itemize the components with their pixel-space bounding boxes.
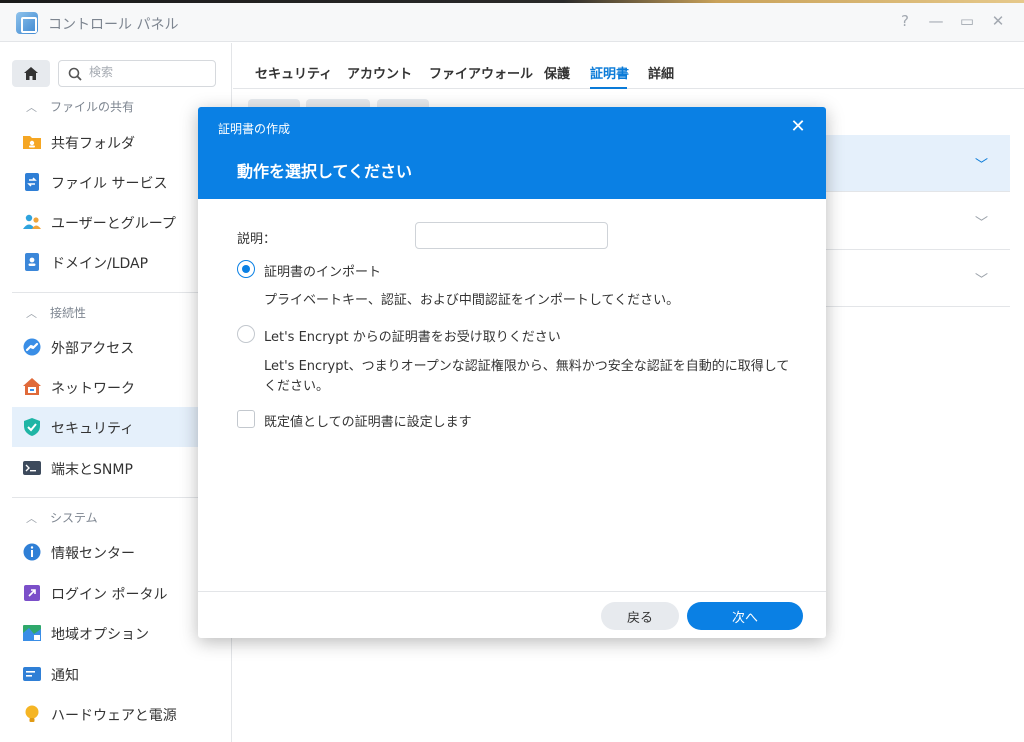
sidebar-item-label: ハードウェアと電源 (51, 708, 177, 724)
search-box[interactable] (58, 60, 216, 87)
chevron-down-icon[interactable]: ﹀ (975, 154, 988, 173)
hardware-power-icon (25, 705, 39, 722)
control-panel-app-icon (16, 12, 38, 34)
home-button[interactable] (12, 60, 50, 87)
security-shield-icon (24, 418, 40, 436)
regional-options-icon (23, 625, 41, 641)
sidebar-item-label: 外部アクセス (51, 341, 135, 357)
lets-encrypt-radio[interactable] (237, 325, 255, 343)
tab-protection[interactable]: 保護 (544, 63, 570, 82)
tab-firewall[interactable]: ファイアウォール (429, 63, 533, 82)
terminal-snmp-icon (23, 461, 41, 475)
title-bar: コントロール パネル ? — ▭ ✕ (0, 3, 1024, 42)
minimize-icon[interactable]: — (926, 12, 946, 30)
sidebar-item-label: 情報センター (51, 546, 135, 562)
close-window-icon[interactable]: ✕ (988, 12, 1008, 30)
section-divider (12, 292, 220, 293)
section-divider (12, 497, 220, 498)
sidebar-item-label: ネットワーク (51, 381, 135, 397)
window-title: コントロール パネル (48, 17, 179, 33)
chevron-down-icon[interactable]: ﹀ (975, 212, 988, 231)
sidebar-item-label: 通知 (51, 668, 79, 684)
sidebar-item-hardware-power[interactable]: ハードウェアと電源 (12, 694, 232, 734)
maximize-icon[interactable]: ▭ (957, 12, 977, 30)
import-certificate-description: プライベートキー、認証、および中間認証をインポートしてください。 (264, 293, 680, 308)
help-icon[interactable]: ? (895, 12, 915, 30)
shared-folder-icon (23, 136, 41, 149)
active-tab-indicator (590, 87, 627, 89)
network-icon (23, 378, 41, 395)
set-default-label[interactable]: 既定値としての証明書に設定します (264, 411, 472, 430)
login-portal-icon (24, 585, 40, 601)
lets-encrypt-description: Let's Encrypt、つまりオープンな認証権限から、無料かつ安全な認証を自… (264, 359, 790, 394)
domain-ldap-icon (25, 253, 39, 271)
section-label: ファイルの共有 (50, 100, 135, 114)
dialog-heading: 動作を選択してください (237, 162, 413, 181)
sidebar-item-notification[interactable]: 通知 (12, 654, 232, 694)
sidebar-item-label: 端末とSNMP (51, 462, 133, 478)
sidebar-item-label: ログイン ポータル (51, 587, 168, 603)
close-icon[interactable]: ✕ (788, 116, 808, 137)
description-input[interactable] (415, 222, 608, 249)
tab-certificate[interactable]: 証明書 (590, 63, 629, 82)
section-label: システム (50, 511, 98, 525)
external-access-icon (23, 338, 41, 356)
home-icon (24, 67, 38, 80)
tab-account[interactable]: アカウント (347, 63, 412, 82)
description-label: 説明： (237, 232, 277, 247)
dialog-title: 証明書の作成 (218, 122, 291, 136)
sidebar-item-label: ユーザーとグループ (51, 216, 176, 232)
back-button[interactable]: 戻る (601, 602, 679, 630)
users-groups-icon (23, 214, 41, 229)
file-services-icon (25, 173, 39, 191)
dialog-header: 証明書の作成 ✕ 動作を選択してください (198, 107, 826, 199)
sidebar-item-label: セキュリティ (51, 421, 135, 437)
search-input[interactable] (89, 65, 209, 79)
section-label: 接続性 (50, 306, 87, 320)
sidebar-item-label: 共有フォルダ (51, 136, 135, 152)
search-icon (68, 67, 82, 81)
sidebar-item-label: 地域オプション (51, 627, 149, 643)
info-center-icon (23, 543, 41, 561)
sidebar-item-label: ドメイン/LDAP (51, 256, 149, 272)
import-certificate-radio[interactable] (237, 260, 255, 278)
set-default-checkbox[interactable] (237, 410, 255, 428)
chevron-up-icon: ︿ (26, 101, 37, 114)
sidebar-item-label: ファイル サービス (51, 176, 168, 192)
lets-encrypt-label[interactable]: Let's Encrypt からの証明書をお受け取りください (264, 326, 561, 345)
tab-advanced[interactable]: 詳細 (648, 63, 674, 82)
chevron-up-icon: ︿ (26, 307, 37, 320)
chevron-down-icon[interactable]: ﹀ (975, 269, 988, 288)
notification-icon (23, 667, 41, 681)
next-button[interactable]: 次へ (687, 602, 803, 630)
tab-bar: セキュリティ アカウント ファイアウォール 保護 証明書 詳細 (233, 43, 1024, 89)
create-certificate-dialog: 証明書の作成 ✕ 動作を選択してください 説明： 証明書のインポート プライベー… (198, 107, 826, 638)
chevron-up-icon: ︿ (26, 512, 37, 525)
import-certificate-label[interactable]: 証明書のインポート (264, 261, 381, 280)
tab-security[interactable]: セキュリティ (255, 63, 332, 82)
dialog-footer: 戻る 次へ (198, 591, 826, 638)
